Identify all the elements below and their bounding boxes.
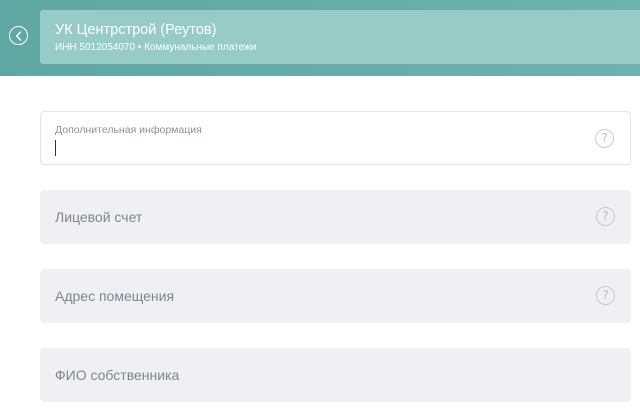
question-icon[interactable]: ? (595, 129, 614, 148)
text-caret (55, 140, 56, 156)
account-number-field[interactable]: Лицевой счет ? (40, 190, 631, 244)
additional-info-label: Дополнительная информация (55, 124, 202, 136)
premises-address-field[interactable]: Адрес помещения ? (40, 269, 631, 323)
back-button[interactable] (9, 26, 28, 45)
merchant-subtitle: ИНН 5012054070 • Коммунальные платежи (55, 42, 257, 53)
owner-name-field[interactable]: ФИО собственника (40, 348, 631, 402)
additional-info-field[interactable]: Дополнительная информация ? (40, 111, 631, 165)
header-band: УК Центрстрой (Реутов) ИНН 5012054070 • … (0, 0, 640, 76)
premises-address-placeholder: Адрес помещения (55, 288, 175, 304)
question-icon[interactable]: ? (596, 207, 615, 226)
merchant-title: УК Центрстрой (Реутов) (55, 22, 217, 38)
question-icon[interactable]: ? (596, 286, 615, 305)
merchant-card: УК Центрстрой (Реутов) ИНН 5012054070 • … (40, 10, 640, 64)
account-number-placeholder: Лицевой счет (55, 209, 143, 225)
chevron-left-icon (15, 30, 21, 41)
owner-name-placeholder: ФИО собственника (55, 367, 180, 383)
